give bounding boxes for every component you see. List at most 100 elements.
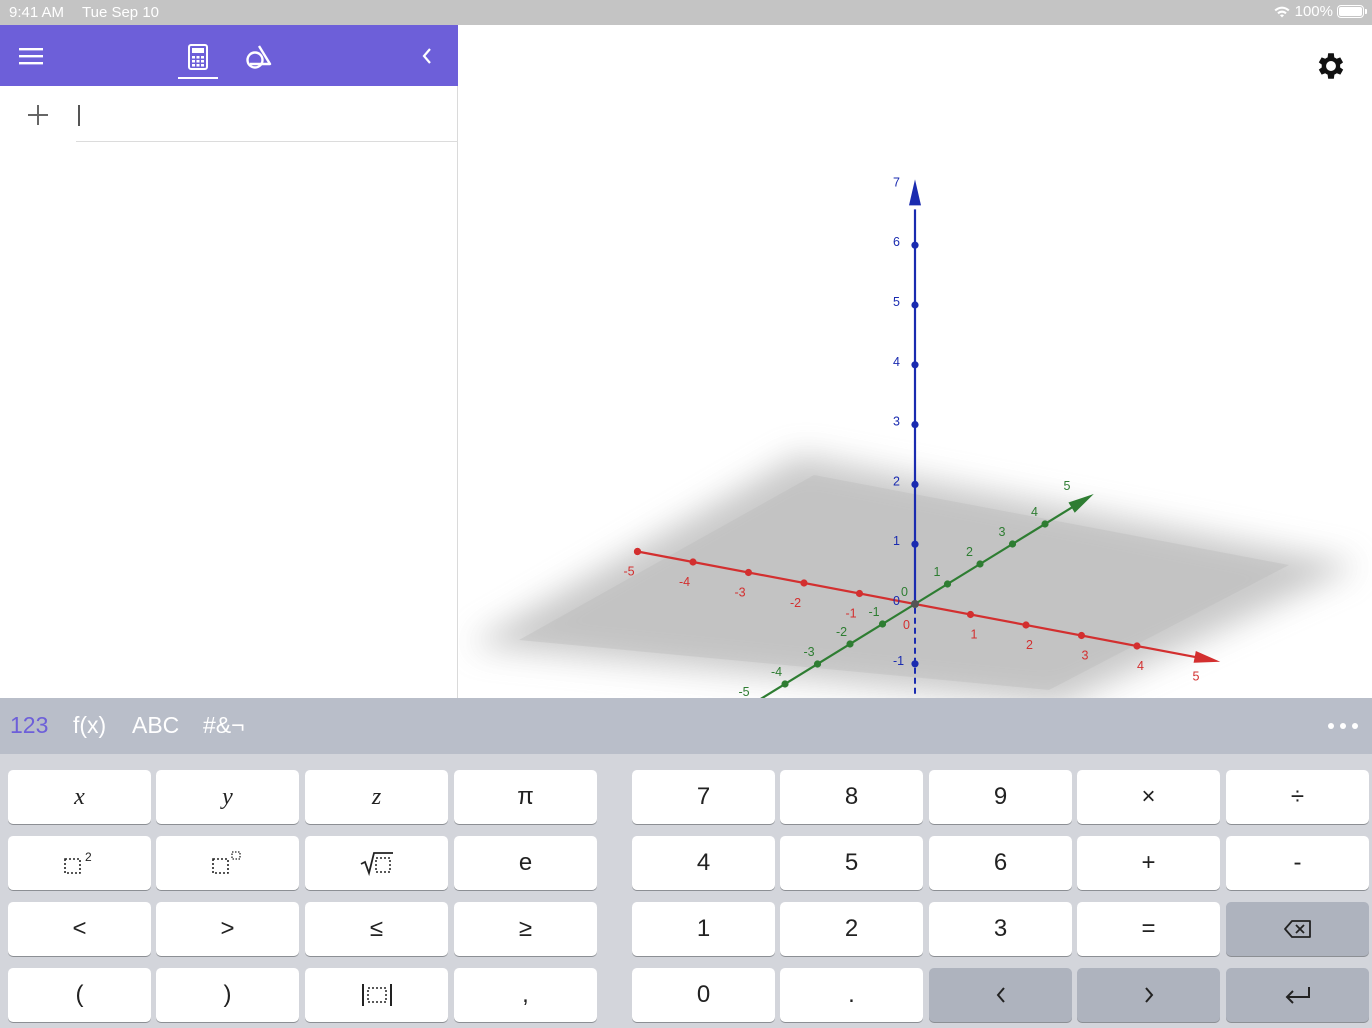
key-less-than[interactable]: < xyxy=(8,902,151,956)
z-axis-tick-label: 6 xyxy=(893,235,900,249)
x-axis-arrow xyxy=(1193,651,1221,663)
kb-tab-functions[interactable]: f(x) xyxy=(73,712,106,739)
key-e[interactable]: e xyxy=(454,836,597,890)
chevron-right-icon xyxy=(1144,987,1153,1003)
x-axis-tick-label: -1 xyxy=(846,607,857,621)
key-8[interactable]: 8 xyxy=(780,770,923,824)
x-axis-tick-label: -5 xyxy=(624,565,635,579)
calculator-tab[interactable] xyxy=(178,37,218,79)
key-pi[interactable]: π xyxy=(454,770,597,824)
plus-icon[interactable] xyxy=(22,99,54,131)
z-axis-tick xyxy=(911,421,919,429)
key-greater-than[interactable]: > xyxy=(156,902,299,956)
geometry-tools-icon xyxy=(246,45,272,69)
key-divide[interactable]: ÷ xyxy=(1226,770,1369,824)
key-enter[interactable] xyxy=(1226,968,1369,1022)
key-comma[interactable]: , xyxy=(454,968,597,1022)
y-axis-tick-label: -1 xyxy=(869,605,880,619)
x-axis-tick xyxy=(800,579,808,587)
x-axis-tick-label: -3 xyxy=(735,586,746,600)
key-square[interactable]: 2 xyxy=(8,836,151,890)
algebra-input-field[interactable] xyxy=(78,105,80,126)
key-9[interactable]: 9 xyxy=(929,770,1072,824)
x-axis-tick-label: -2 xyxy=(790,596,801,610)
y-axis-tick xyxy=(1008,540,1017,548)
y-axis-tick xyxy=(1041,520,1049,528)
key-minus[interactable]: - xyxy=(1226,836,1369,890)
y-axis-tick xyxy=(846,640,854,648)
z-axis-tick xyxy=(911,241,919,249)
key-z[interactable]: z xyxy=(305,770,448,824)
key-less-equal[interactable]: ≤ xyxy=(305,902,448,956)
y-axis-tick-label: -4 xyxy=(771,665,782,679)
key-3[interactable]: 3 xyxy=(929,902,1072,956)
hamburger-menu-icon[interactable] xyxy=(12,40,50,72)
x-axis-tick-label: 4 xyxy=(1137,659,1144,673)
origin-point xyxy=(911,600,919,608)
key-abs[interactable] xyxy=(305,968,448,1022)
graph-3d-canvas[interactable]: -5 -4 -3 -2 -1 0 1 2 3 4 5 -5 -4 -3 -2 -1 0 1 2 3 4 5 -1 0 1 2 3 4 5… xyxy=(459,25,1372,698)
y-axis-tick-label: 2 xyxy=(966,545,973,559)
battery-icon xyxy=(1337,5,1367,18)
x-axis-tick-label: -4 xyxy=(679,575,690,589)
y-axis-tick-label: 5 xyxy=(1064,479,1071,493)
key-multiply[interactable]: × xyxy=(1077,770,1220,824)
key-cursor-left[interactable] xyxy=(929,968,1072,1022)
key-y[interactable]: y xyxy=(156,770,299,824)
key-4[interactable]: 4 xyxy=(632,836,775,890)
chevron-left-icon xyxy=(996,987,1005,1003)
z-axis-tick-label: 4 xyxy=(893,355,900,369)
z-axis-tick xyxy=(911,480,919,488)
x-axis-tick xyxy=(855,589,864,598)
x-axis-tick-label: 2 xyxy=(1026,638,1033,652)
key-1[interactable]: 1 xyxy=(632,902,775,956)
key-6[interactable]: 6 xyxy=(929,836,1072,890)
x-axis-tick xyxy=(1133,642,1141,650)
kb-tab-abc[interactable]: ABC xyxy=(132,712,179,739)
kb-tab-123[interactable]: 123 xyxy=(10,712,48,739)
z-axis-tick-label: 2 xyxy=(893,474,900,488)
keyboard-tab-bar: 123 f(x) ABC #&¬ xyxy=(0,698,1372,754)
key-power[interactable] xyxy=(156,836,299,890)
tools-tab[interactable] xyxy=(238,37,280,77)
y-axis-tick xyxy=(878,620,887,628)
enter-icon xyxy=(1285,987,1310,1004)
more-options-icon[interactable] xyxy=(1328,716,1358,736)
key-2[interactable]: 2 xyxy=(780,902,923,956)
key-backspace[interactable] xyxy=(1226,902,1369,956)
kb-tab-symbols[interactable]: #&¬ xyxy=(203,712,245,739)
y-axis-tick xyxy=(813,660,822,668)
z-axis-tick-label: 5 xyxy=(893,295,900,309)
status-date: Tue Sep 10 xyxy=(82,4,159,21)
x-axis-tick xyxy=(633,547,642,556)
key-plus[interactable]: + xyxy=(1077,836,1220,890)
svg-text:2: 2 xyxy=(85,850,92,864)
key-equals[interactable]: = xyxy=(1077,902,1220,956)
chevron-left-icon[interactable] xyxy=(412,40,442,72)
key-sqrt[interactable] xyxy=(305,836,448,890)
input-divider xyxy=(76,141,458,142)
calculator-icon xyxy=(188,44,208,70)
x-axis-tick-label: 0 xyxy=(903,618,910,632)
y-axis-tick xyxy=(943,580,952,588)
key-greater-equal[interactable]: ≥ xyxy=(454,902,597,956)
z-axis-tick xyxy=(911,660,919,668)
y-axis-tick-label: -3 xyxy=(804,645,815,659)
key-decimal[interactable]: . xyxy=(780,968,923,1022)
status-right: 100% xyxy=(1273,3,1367,20)
key-x[interactable]: x xyxy=(8,770,151,824)
battery-percent: 100% xyxy=(1294,3,1333,20)
key-cursor-right[interactable] xyxy=(1077,968,1220,1022)
key-5[interactable]: 5 xyxy=(780,836,923,890)
z-axis-tick-label: 7 xyxy=(893,175,900,189)
key-7[interactable]: 7 xyxy=(632,770,775,824)
key-open-paren[interactable]: ( xyxy=(8,968,151,1022)
x-axis-tick-label: 5 xyxy=(1193,670,1200,684)
wifi-icon xyxy=(1274,6,1290,17)
z-axis-tick-label: 0 xyxy=(893,594,900,608)
key-0[interactable]: 0 xyxy=(632,968,775,1022)
graphics-3d-view[interactable]: -5 -4 -3 -2 -1 0 1 2 3 4 5 -5 -4 -3 -2 -1 0 1 2 3 4 5 -1 0 1 2 3 4 5… xyxy=(459,25,1372,698)
key-close-paren[interactable]: ) xyxy=(156,968,299,1022)
x-axis-tick xyxy=(1022,621,1030,629)
gear-icon[interactable] xyxy=(1314,49,1348,83)
